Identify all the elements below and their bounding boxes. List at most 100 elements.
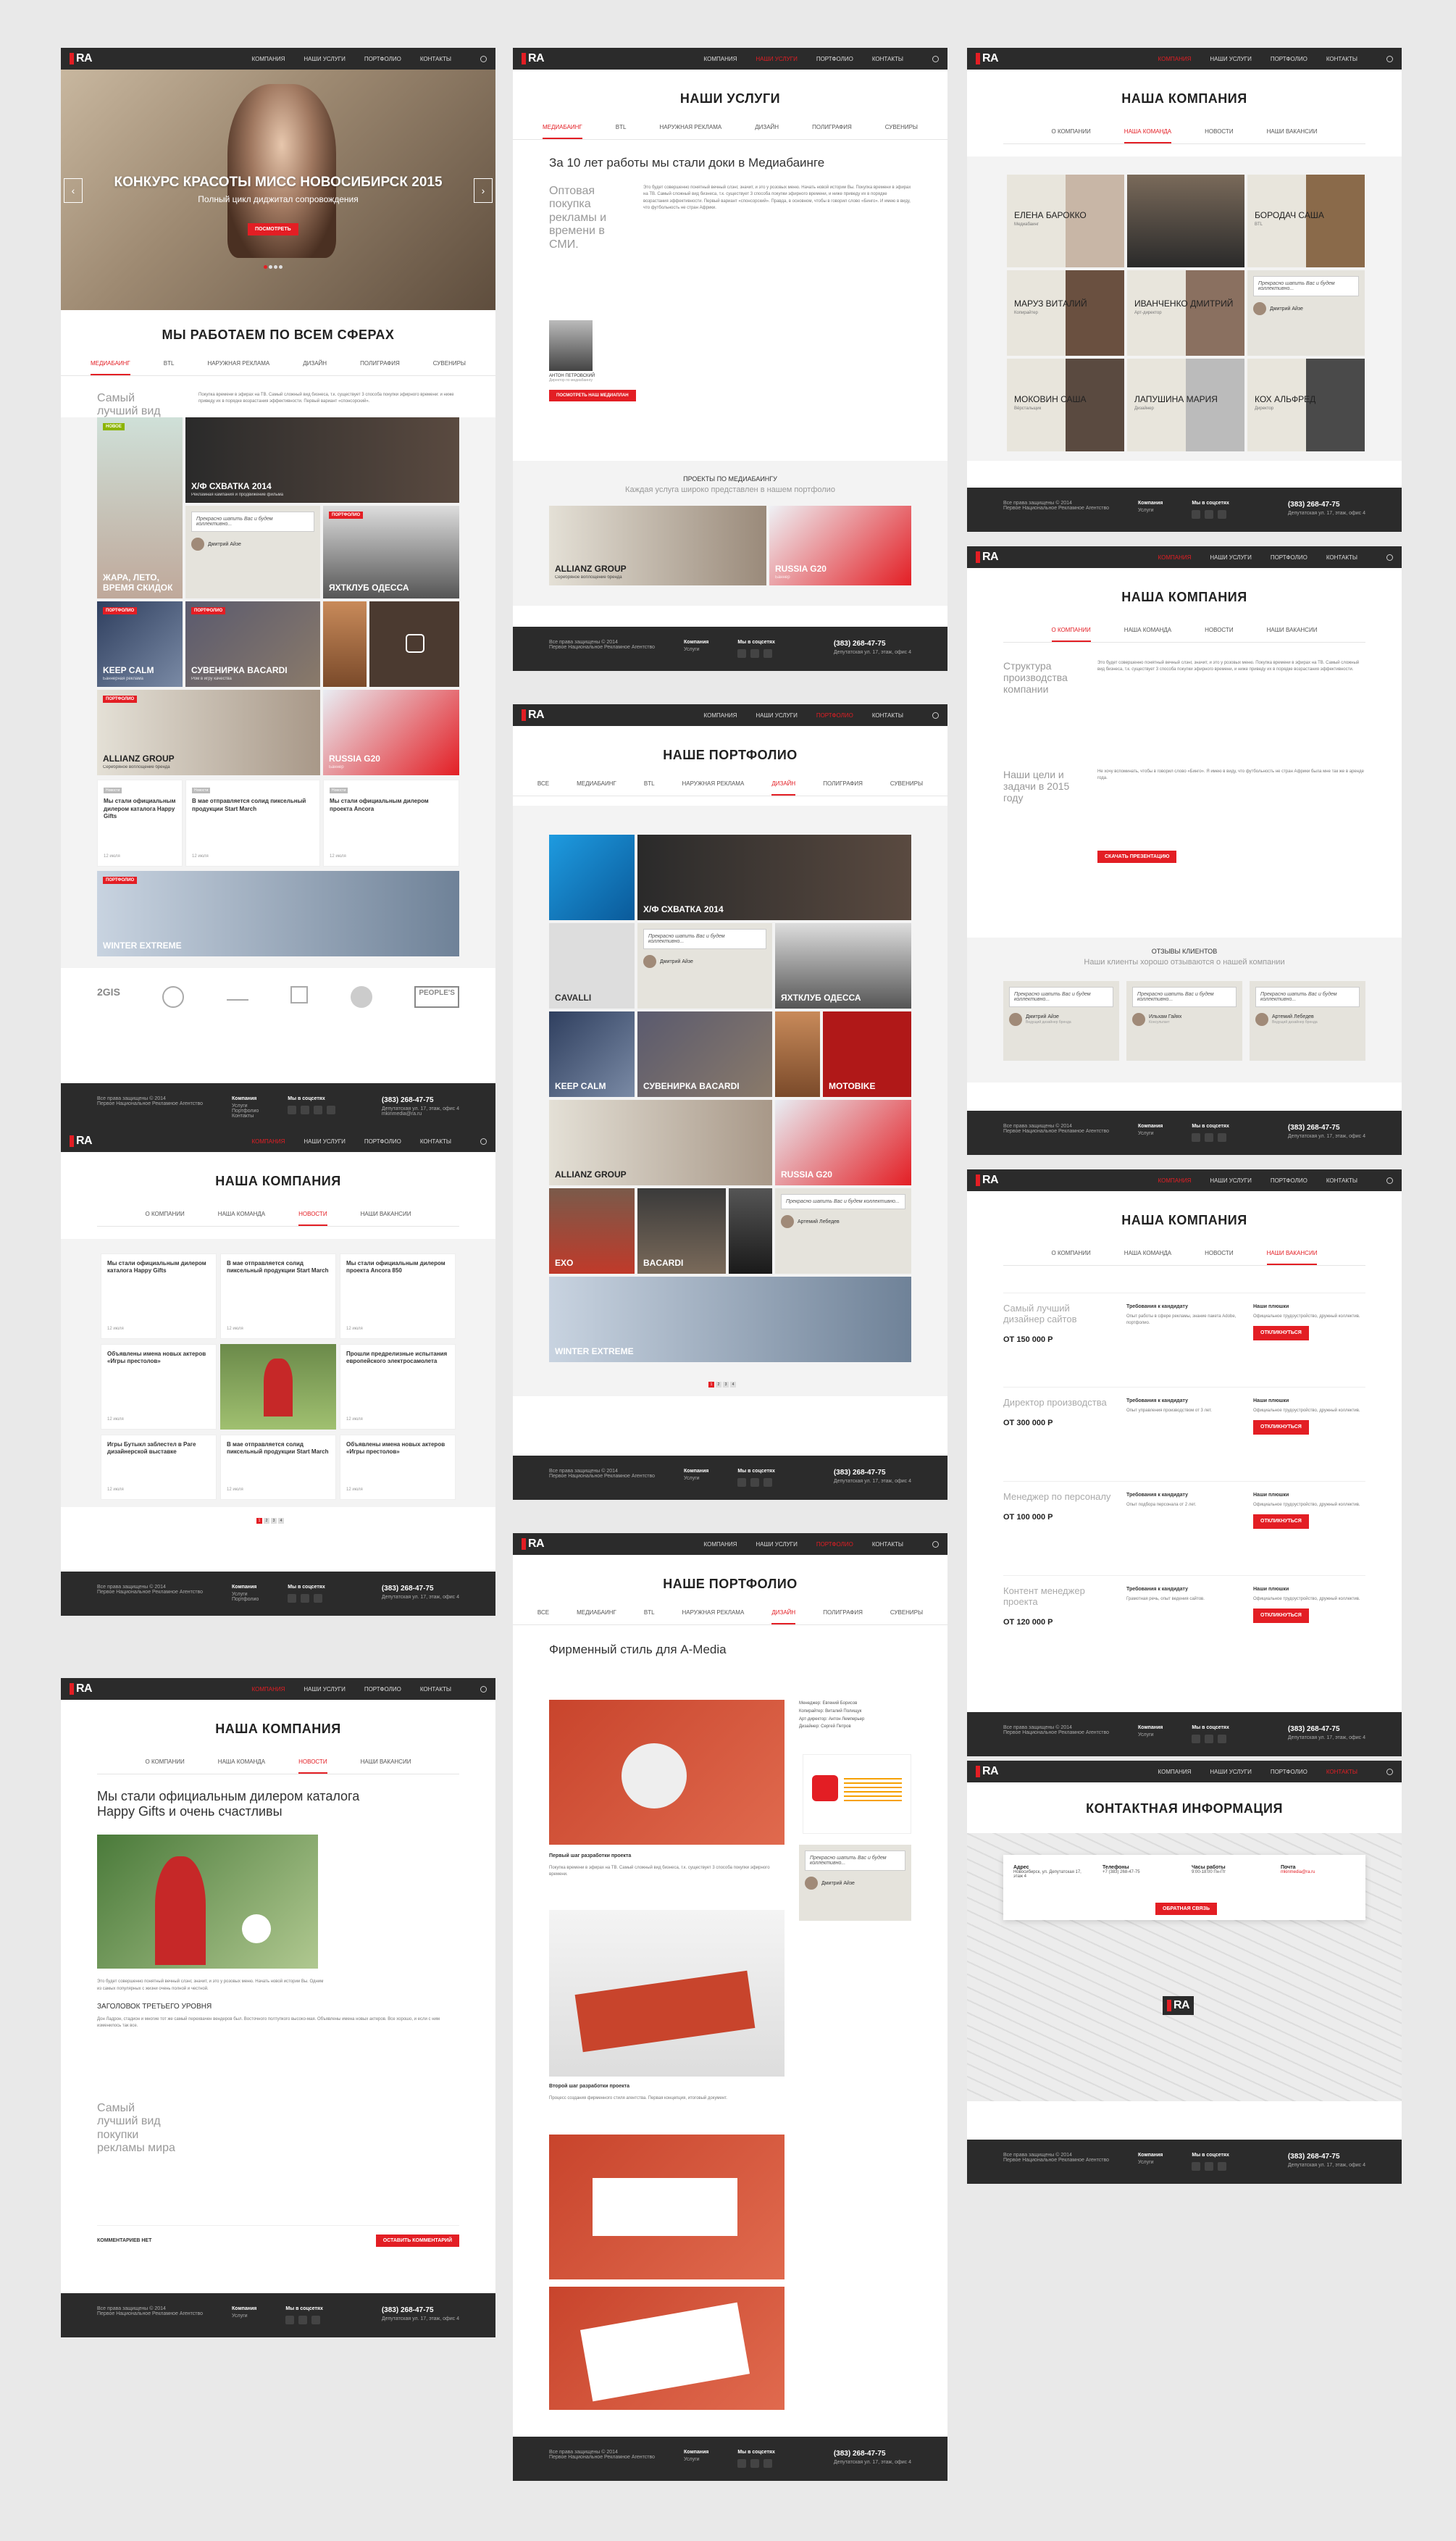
logo[interactable]: RA <box>522 709 545 722</box>
slider-dots[interactable] <box>264 265 283 269</box>
tile-g20[interactable]: Russia G20 Баннер <box>323 690 459 775</box>
team-member[interactable]: Бородач Саша BTL <box>1247 175 1365 267</box>
nav-portfolio[interactable]: Портфолио <box>364 56 401 62</box>
team-member[interactable] <box>1127 175 1244 267</box>
team-member[interactable]: Иванченко Дмитрий Арт-директор <box>1127 270 1244 356</box>
tab-souvenirs[interactable]: Сувениры <box>433 360 466 375</box>
quote-card: Прекрасно шапить Вас и будем коллективно… <box>775 1188 911 1274</box>
apply-button[interactable]: Откликнуться <box>1253 1419 1309 1435</box>
search-icon[interactable] <box>480 1685 487 1693</box>
tab-print[interactable]: Полиграфия <box>360 360 400 375</box>
map-marker[interactable]: RA <box>1163 1996 1194 2015</box>
tile-keep-calm[interactable]: Keep Calm <box>549 1011 635 1097</box>
tile-film[interactable]: Х/Ф Схватка 2014 <box>637 835 911 920</box>
search-icon[interactable] <box>1386 1177 1393 1184</box>
apply-button[interactable]: Откликнуться <box>1253 1325 1309 1340</box>
page-heading: Наше портфолио <box>663 748 798 762</box>
nav-company[interactable]: Компания <box>252 56 285 62</box>
team-member[interactable]: Кох Альфред Директор <box>1247 359 1365 451</box>
tile-person[interactable] <box>729 1188 772 1274</box>
vk-icon <box>285 2316 295 2324</box>
map[interactable]: Адрес Новосибирск, ул. Депутатская 17, эт… <box>967 1833 1402 2101</box>
logo[interactable]: RA <box>70 1135 93 1148</box>
news-card[interactable]: Мы стали официальным дилером проекта Anc… <box>340 1253 456 1339</box>
search-icon[interactable] <box>932 712 939 719</box>
news-card[interactable]: Мы стали официальным дилером каталога Ha… <box>101 1253 217 1339</box>
news-card[interactable]: Объявлены имена новых актеров «Игры прес… <box>101 1344 217 1430</box>
news-card[interactable]: Новости Мы стали официальным дилером ката… <box>97 780 183 867</box>
tile-cavalli[interactable]: Cavalli <box>549 923 635 1009</box>
tile-g20[interactable]: Russia G20 <box>775 1100 911 1185</box>
leave-comment-button[interactable]: Оставить комментарий <box>375 2235 459 2247</box>
tile-motobike[interactable]: Motobike <box>823 1011 911 1097</box>
logo[interactable]: RA <box>976 551 999 564</box>
tile-g20[interactable]: Russia G20 Баннер <box>769 506 911 585</box>
tile-bacardi[interactable]: Портфолио Сувенирка Bacardi Ром в игру кач… <box>185 601 320 687</box>
news-photo[interactable] <box>220 1344 336 1430</box>
news-card[interactable]: Новости Мы стали официальным дилером прое… <box>323 780 459 867</box>
nav-services[interactable]: Наши услуги <box>304 56 345 62</box>
mediaplan-button[interactable]: Посмотреть наш медиаплан <box>549 389 636 401</box>
tile-yacht[interactable]: Яхтклуб Одесса <box>775 923 911 1009</box>
tile-film[interactable]: Х/Ф Схватка 2014 Рекламная кампания и про… <box>185 417 459 503</box>
team-member[interactable]: Моковин Саша Вёрстальщик <box>1007 359 1124 451</box>
tile-blue[interactable] <box>549 835 635 920</box>
facebook-icon <box>750 649 760 658</box>
news-card[interactable]: Игры Бутыкл заблестел в Раге дизайнерско… <box>101 1435 217 1500</box>
download-presentation-button[interactable]: Скачать презентацию <box>1097 851 1177 863</box>
team-member[interactable]: Елена Барокко Медиабаинг <box>1007 175 1124 267</box>
search-icon[interactable] <box>932 55 939 62</box>
review-card: Прекрасно шапить Вас и будем коллективно… <box>1126 981 1242 1061</box>
social-icons[interactable] <box>288 1106 336 1114</box>
news-card[interactable]: В мае отправляется солид пиксельный прод… <box>220 1435 336 1500</box>
tile-winter[interactable]: Портфолио Winter Extreme <box>97 871 459 956</box>
news-card[interactable]: Объявлены имена новых актеров «Игры прес… <box>340 1435 456 1500</box>
tile-photo[interactable] <box>775 1011 820 1097</box>
tile-yacht[interactable]: Портфолио Яхтклуб Одесса <box>323 506 459 598</box>
logo[interactable]: RA <box>70 52 93 65</box>
tile-exo[interactable]: EXO <box>549 1188 635 1274</box>
logo[interactable]: RA <box>70 1682 93 1695</box>
tab-mediabuying[interactable]: Медиабаинг <box>90 360 130 375</box>
tile-ice-cream[interactable]: Новое Жара, лето, время скидок <box>97 417 183 598</box>
search-icon[interactable] <box>1386 554 1393 561</box>
logo[interactable]: RA <box>976 52 999 65</box>
nav-contacts[interactable]: Контакты <box>420 56 451 62</box>
review-card: Прекрасно шапить Вас и будем коллективно… <box>1250 981 1365 1061</box>
tile-bacardi[interactable]: Сувенирка Bacardi <box>637 1011 772 1097</box>
team-member[interactable]: Маруз Виталий Копирайтер <box>1007 270 1124 356</box>
tile-instagram[interactable] <box>369 601 459 687</box>
search-icon[interactable] <box>1386 1768 1393 1775</box>
apply-button[interactable]: Откликнуться <box>1253 1514 1309 1529</box>
news-card[interactable]: Новости В мае отправляется солид пиксельн… <box>185 780 320 867</box>
tile-photo[interactable] <box>323 601 367 687</box>
news-card[interactable]: В мае отправляется солид пиксельный прод… <box>220 1253 336 1339</box>
search-icon[interactable] <box>480 55 487 62</box>
page-about: RA Компания Наши услуги Портфолио Контакты Н… <box>967 546 1402 1155</box>
search-icon[interactable] <box>1386 55 1393 62</box>
apply-button[interactable]: Откликнуться <box>1253 1608 1309 1623</box>
tab-outdoor[interactable]: Наружная реклама <box>207 360 269 375</box>
tile-allianz[interactable]: Allianz Group <box>549 1100 772 1185</box>
logo[interactable]: RA <box>522 52 545 65</box>
search-icon[interactable] <box>932 1540 939 1548</box>
tile-winter[interactable]: Winter Extreme <box>549 1277 911 1362</box>
search-icon[interactable] <box>480 1138 487 1145</box>
slide-button[interactable]: Посмотреть <box>248 223 298 235</box>
client-logo <box>290 986 309 1004</box>
tile-keep-calm[interactable]: Портфолио Keep Calm Баннерная реклама <box>97 601 183 687</box>
pagination[interactable]: 1234 <box>256 1518 284 1524</box>
logo[interactable]: RA <box>976 1765 999 1778</box>
feedback-button[interactable]: Обратная связь <box>1155 1903 1217 1915</box>
news-card[interactable]: Прошли предрелизные испытания европейско… <box>340 1344 456 1430</box>
team-member[interactable]: Лапушина Мария Дизайнер <box>1127 359 1244 451</box>
tile-bacardi-2[interactable]: Bacardi <box>637 1188 726 1274</box>
tab-btl[interactable]: BTL <box>164 360 175 375</box>
tab-design[interactable]: Дизайн <box>303 360 327 375</box>
tile-allianz[interactable]: Allianz Group Серебряное воплощение бренд… <box>549 506 766 585</box>
logo[interactable]: RA <box>976 1174 999 1187</box>
logo[interactable]: RA <box>522 1537 545 1551</box>
pagination[interactable]: 1234 <box>708 1382 736 1388</box>
tile-allianz[interactable]: Портфолио Allianz Group Серебряное воплоще… <box>97 690 320 775</box>
facebook-icon <box>301 1106 310 1114</box>
